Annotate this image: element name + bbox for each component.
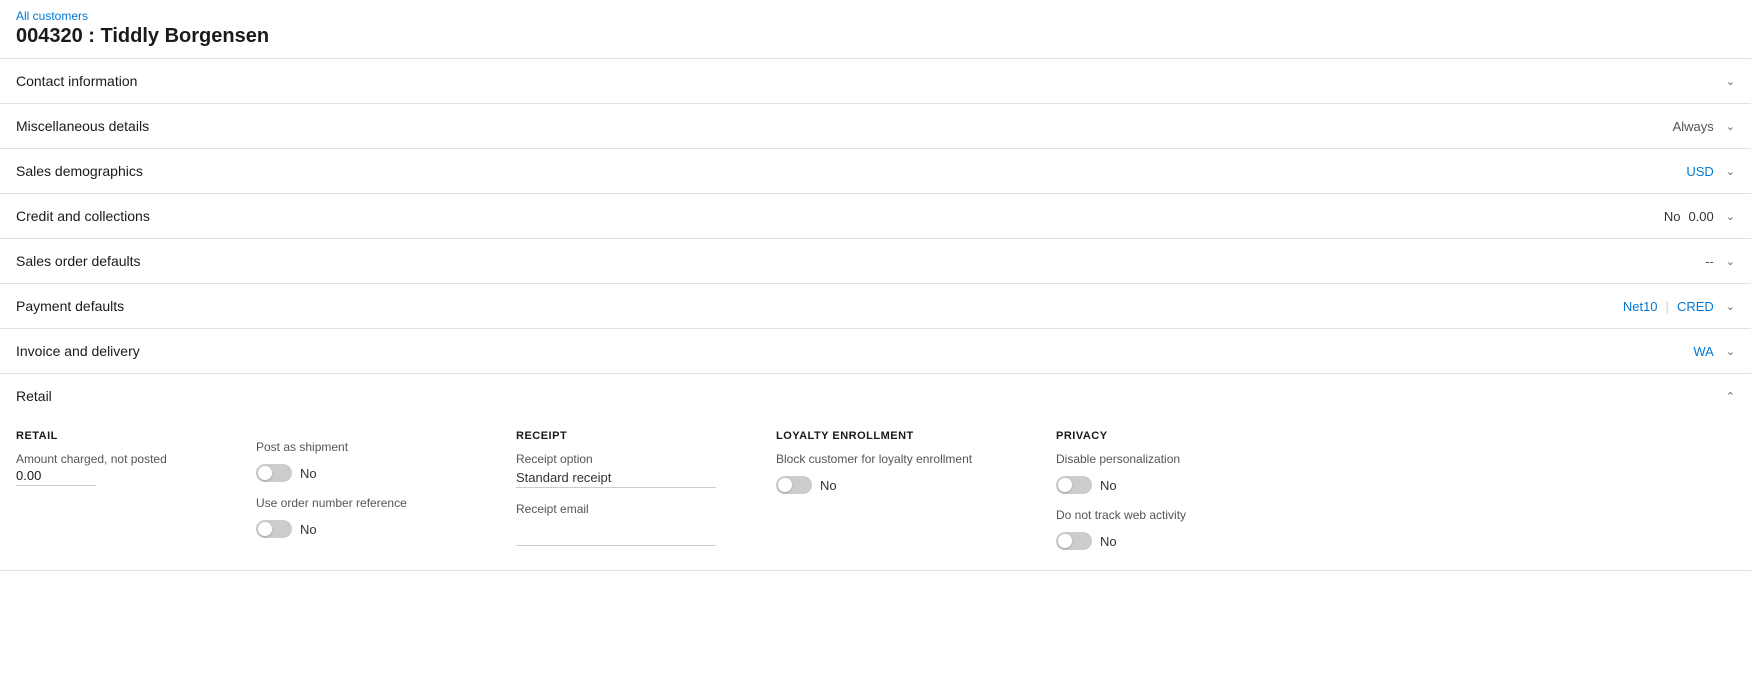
- section-title-retail: Retail: [16, 388, 52, 404]
- chevron-up-icon-retail: ⌃: [1726, 390, 1735, 403]
- section-title-contact-information: Contact information: [16, 73, 137, 89]
- use-order-reference-row: No: [256, 520, 496, 538]
- page-title: 004320 : Tiddly Borgensen: [16, 25, 1735, 48]
- use-order-reference-value: No: [300, 522, 317, 537]
- block-loyalty-value: No: [820, 478, 837, 493]
- receipt-option-input[interactable]: [516, 468, 716, 488]
- badge-sales-demographics: USD: [1686, 164, 1713, 179]
- section-payment-defaults: Payment defaults Net10 | CRED ⌄: [0, 284, 1751, 329]
- loyalty-header: LOYALTY ENROLLMENT: [776, 430, 1036, 442]
- retail-col-privacy: PRIVACY Disable personalization No Do no…: [1056, 430, 1336, 550]
- do-not-track-value: No: [1100, 534, 1117, 549]
- amount-charged-label: Amount charged, not posted: [16, 452, 236, 466]
- section-invoice-and-delivery: Invoice and delivery WA ⌄: [0, 329, 1751, 374]
- section-title-miscellaneous-details: Miscellaneous details: [16, 118, 149, 134]
- use-order-reference-label: Use order number reference: [256, 496, 496, 510]
- badge-sales-order-defaults: --: [1705, 254, 1714, 269]
- accordion-right-sales-demographics: USD ⌄: [1686, 164, 1735, 179]
- breadcrumb[interactable]: All customers: [16, 9, 88, 23]
- retail-grid: RETAIL Amount charged, not posted 0.00 P…: [16, 430, 1735, 550]
- section-miscellaneous-details: Miscellaneous details Always ⌄: [0, 104, 1751, 149]
- section-title-sales-order-defaults: Sales order defaults: [16, 253, 141, 269]
- accordion-right-retail: ⌃: [1722, 390, 1735, 403]
- do-not-track-label: Do not track web activity: [1056, 508, 1316, 522]
- accordion-header-invoice-and-delivery[interactable]: Invoice and delivery WA ⌄: [0, 329, 1751, 373]
- page-wrapper: All customers 004320 : Tiddly Borgensen …: [0, 0, 1751, 691]
- page-header: All customers 004320 : Tiddly Borgensen: [0, 0, 1751, 59]
- retail-body: RETAIL Amount charged, not posted 0.00 P…: [0, 418, 1751, 570]
- accordion-right-sales-order-defaults: -- ⌄: [1705, 254, 1735, 269]
- section-title-invoice-and-delivery: Invoice and delivery: [16, 343, 140, 359]
- receipt-header: RECEIPT: [516, 430, 756, 442]
- accordion-header-sales-demographics[interactable]: Sales demographics USD ⌄: [0, 149, 1751, 193]
- section-title-sales-demographics: Sales demographics: [16, 163, 143, 179]
- accordion-right-invoice-and-delivery: WA ⌄: [1693, 344, 1735, 359]
- badge-divider-payment-defaults: |: [1666, 299, 1669, 314]
- accordion-header-contact-information[interactable]: Contact information ⌄: [0, 59, 1751, 103]
- retail-col-retail: RETAIL Amount charged, not posted 0.00: [16, 430, 256, 550]
- receipt-option-label: Receipt option: [516, 452, 756, 466]
- disable-personalization-label: Disable personalization: [1056, 452, 1316, 466]
- chevron-down-icon-invoice-and-delivery: ⌄: [1726, 345, 1735, 358]
- privacy-header: PRIVACY: [1056, 430, 1316, 442]
- section-sales-order-defaults: Sales order defaults -- ⌄: [0, 239, 1751, 284]
- do-not-track-toggle[interactable]: [1056, 532, 1092, 550]
- accordion-header-miscellaneous-details[interactable]: Miscellaneous details Always ⌄: [0, 104, 1751, 148]
- accordion-right-contact-information: ⌄: [1722, 75, 1735, 88]
- receipt-email-label: Receipt email: [516, 502, 756, 516]
- section-credit-and-collections: Credit and collections No 0.00 ⌄: [0, 194, 1751, 239]
- badge-number-credit-collections: 0.00: [1688, 209, 1713, 224]
- accordion-right-payment-defaults: Net10 | CRED ⌄: [1623, 299, 1735, 314]
- retail-header: RETAIL: [16, 430, 236, 442]
- post-as-shipment-label: Post as shipment: [256, 440, 496, 454]
- post-as-shipment-value: No: [300, 466, 317, 481]
- badge-no-credit-collections: No: [1664, 209, 1681, 224]
- block-loyalty-toggle[interactable]: [776, 476, 812, 494]
- do-not-track-row: No: [1056, 532, 1316, 550]
- post-as-shipment-row: No: [256, 464, 496, 482]
- section-retail: Retail ⌃ RETAIL Amount charged, not post…: [0, 374, 1751, 571]
- accordion-header-payment-defaults[interactable]: Payment defaults Net10 | CRED ⌄: [0, 284, 1751, 328]
- retail-col-post: Post as shipment No Use order number ref…: [256, 430, 516, 550]
- use-order-reference-toggle[interactable]: [256, 520, 292, 538]
- block-loyalty-label: Block customer for loyalty enrollment: [776, 452, 1036, 466]
- amount-charged-value: 0.00: [16, 468, 96, 486]
- block-loyalty-row: No: [776, 476, 1036, 494]
- disable-personalization-toggle[interactable]: [1056, 476, 1092, 494]
- chevron-down-icon-contact-information: ⌄: [1726, 75, 1735, 88]
- section-contact-information: Contact information ⌄: [0, 59, 1751, 104]
- accordion-right-miscellaneous-details: Always ⌄: [1673, 119, 1735, 134]
- disable-personalization-value: No: [1100, 478, 1117, 493]
- chevron-down-icon-sales-demographics: ⌄: [1726, 165, 1735, 178]
- chevron-down-icon-miscellaneous-details: ⌄: [1726, 120, 1735, 133]
- section-title-payment-defaults: Payment defaults: [16, 298, 124, 314]
- post-as-shipment-toggle[interactable]: [256, 464, 292, 482]
- chevron-down-icon-sales-order-defaults: ⌄: [1726, 255, 1735, 268]
- badge-invoice-and-delivery: WA: [1693, 344, 1713, 359]
- accordion-header-retail[interactable]: Retail ⌃: [0, 374, 1751, 418]
- badge1-payment-defaults: Net10: [1623, 299, 1658, 314]
- receipt-email-input[interactable]: [516, 526, 716, 546]
- badge2-payment-defaults: CRED: [1677, 299, 1714, 314]
- chevron-down-icon-payment-defaults: ⌄: [1726, 300, 1735, 313]
- accordion-header-credit-and-collections[interactable]: Credit and collections No 0.00 ⌄: [0, 194, 1751, 238]
- chevron-down-icon-credit-collections: ⌄: [1726, 210, 1735, 223]
- accordion-right-credit-and-collections: No 0.00 ⌄: [1664, 209, 1735, 224]
- disable-personalization-row: No: [1056, 476, 1316, 494]
- retail-col-loyalty: LOYALTY ENROLLMENT Block customer for lo…: [776, 430, 1056, 550]
- retail-col-receipt: RECEIPT Receipt option Receipt email: [516, 430, 776, 550]
- badge-miscellaneous-details: Always: [1673, 119, 1714, 134]
- accordion-header-sales-order-defaults[interactable]: Sales order defaults -- ⌄: [0, 239, 1751, 283]
- section-title-credit-and-collections: Credit and collections: [16, 208, 150, 224]
- section-sales-demographics: Sales demographics USD ⌄: [0, 149, 1751, 194]
